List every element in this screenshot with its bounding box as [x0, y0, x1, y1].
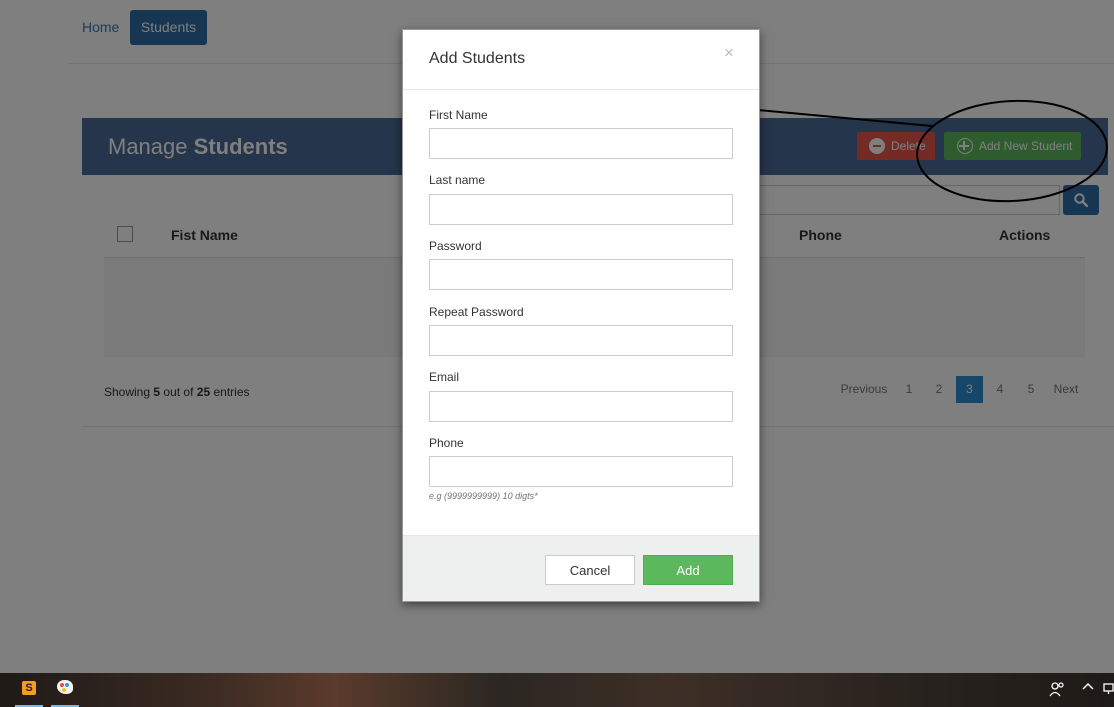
- email-field[interactable]: [429, 391, 733, 422]
- people-icon[interactable]: [1049, 681, 1065, 700]
- repeat-password-label: Repeat Password: [429, 305, 524, 319]
- modal-footer: Cancel Add: [403, 535, 759, 601]
- last-name-label: Last name: [429, 173, 486, 187]
- chevron-up-icon[interactable]: [1081, 679, 1095, 696]
- first-name-field[interactable]: [429, 128, 733, 159]
- last-name-field[interactable]: [429, 194, 733, 225]
- modal-header: Add Students ×: [403, 30, 759, 90]
- taskbar-app-sublime[interactable]: S: [15, 673, 43, 707]
- password-label: Password: [429, 239, 482, 253]
- cancel-button[interactable]: Cancel: [545, 555, 635, 585]
- network-icon[interactable]: [1103, 681, 1114, 698]
- taskbar: S: [0, 673, 1114, 707]
- close-icon[interactable]: ×: [721, 44, 737, 62]
- phone-label: Phone: [429, 436, 464, 450]
- phone-field[interactable]: [429, 456, 733, 487]
- add-button[interactable]: Add: [643, 555, 733, 585]
- first-name-label: First Name: [429, 108, 488, 122]
- add-students-modal: Add Students × First Name Last name Pass…: [402, 29, 760, 602]
- modal-title: Add Students: [429, 50, 526, 67]
- taskbar-app-paint[interactable]: [51, 673, 79, 707]
- sublime-text-icon: S: [22, 681, 36, 695]
- paint-icon: [57, 680, 73, 694]
- phone-help-text: e.g (9999999999) 10 digts*: [429, 491, 538, 501]
- password-field[interactable]: [429, 259, 733, 290]
- repeat-password-field[interactable]: [429, 325, 733, 356]
- email-label: Email: [429, 370, 460, 384]
